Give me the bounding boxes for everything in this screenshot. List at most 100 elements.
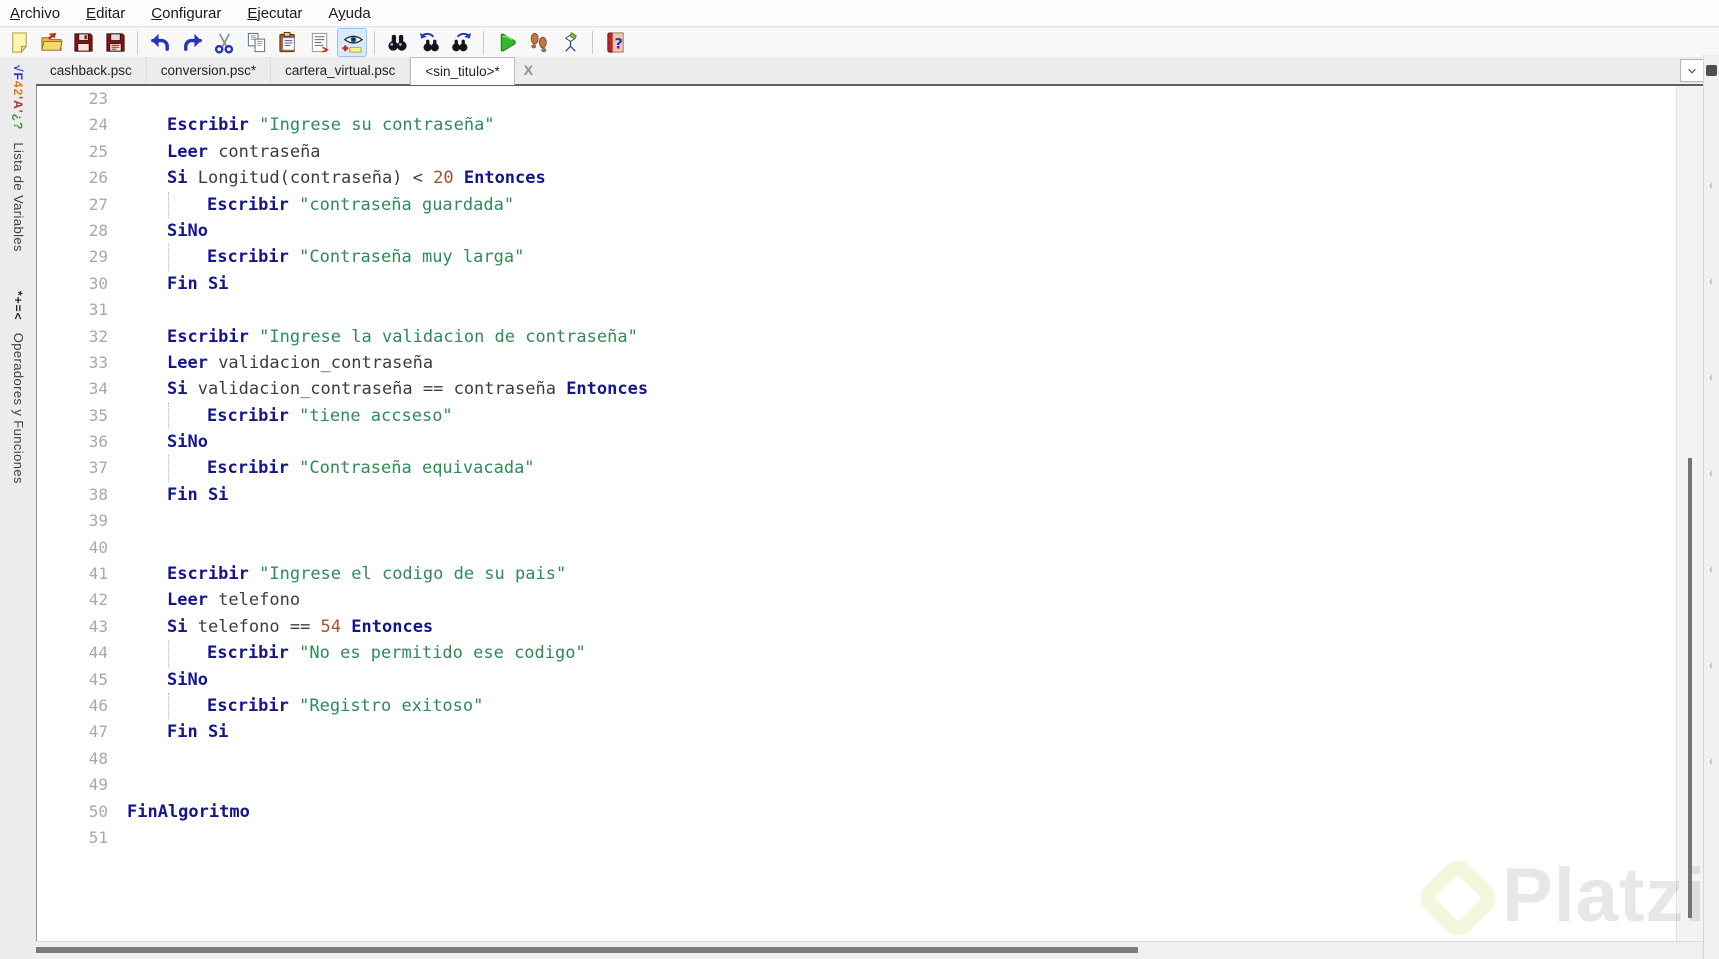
side-tab-operadores[interactable]: *+=< Operadores y Funciones <box>9 291 27 484</box>
line-number: 48 <box>88 748 108 768</box>
line-number: 33 <box>88 352 108 372</box>
vertical-scrollbar-thumb[interactable] <box>1688 458 1692 918</box>
line-number: 34 <box>88 379 108 399</box>
chevron-down-icon <box>1688 68 1696 74</box>
code-line: 40 <box>37 535 1676 561</box>
code-line: 36 SiNo <box>37 429 1676 455</box>
code-line: 47 Fin Si <box>37 719 1676 745</box>
toolbar-separator <box>137 31 138 54</box>
line-number: 46 <box>88 695 108 715</box>
tab-label: cashback.psc <box>50 63 132 78</box>
indent-guide <box>168 191 169 218</box>
code-line: 24 Escribir "Ingrese su contraseña" <box>37 112 1676 138</box>
line-number: 45 <box>88 669 108 689</box>
help-button[interactable]: ? <box>600 28 630 57</box>
code-line: 28 SiNo <box>37 218 1676 244</box>
menu-editar[interactable]: Editar <box>80 5 131 22</box>
horizontal-scrollbar[interactable] <box>36 941 1703 958</box>
menu-ayuda[interactable]: Ayuda <box>322 5 376 22</box>
find-button[interactable] <box>382 28 412 57</box>
save-button[interactable] <box>68 28 98 57</box>
line-number: 35 <box>88 405 108 425</box>
tab-label: <sin_titulo>* <box>425 64 500 79</box>
panel-grip-icon[interactable] <box>1706 65 1717 76</box>
line-number: 27 <box>88 194 108 214</box>
panel-collapse-handle[interactable]: ‹ <box>1705 658 1717 672</box>
undo-button[interactable] <box>145 28 175 57</box>
code-line: 45 SiNo <box>37 667 1676 693</box>
line-number: 36 <box>88 432 108 452</box>
tab-cashback-psc[interactable]: cashback.psc <box>36 57 147 84</box>
syntax-check-button[interactable] <box>337 28 367 57</box>
find-next-button[interactable] <box>446 28 476 57</box>
line-number: 44 <box>88 643 108 663</box>
panel-collapse-handle[interactable]: ‹ <box>1705 178 1717 192</box>
save-icon <box>72 31 95 54</box>
auto-indent-button[interactable] <box>305 28 335 57</box>
toolbar-separator <box>592 31 593 54</box>
copy-icon <box>245 31 268 54</box>
panel-collapse-handle[interactable]: ‹ <box>1705 274 1717 288</box>
panel-collapse-handle[interactable]: ‹ <box>1705 370 1717 384</box>
line-number: 43 <box>88 616 108 636</box>
panel-collapse-handle[interactable]: ‹ <box>1705 754 1717 768</box>
new-file-icon <box>8 31 31 54</box>
code-line: 27 Escribir "contraseña guardada" <box>37 191 1676 218</box>
tab-sin-titulo[interactable]: <sin_titulo>* <box>410 57 515 85</box>
code-line: 46 Escribir "Registro exitoso" <box>37 692 1676 720</box>
redo-button[interactable] <box>177 28 207 57</box>
cut-button[interactable] <box>209 28 239 57</box>
new-file-button[interactable] <box>4 28 34 57</box>
paste-icon <box>277 31 300 54</box>
line-number: 30 <box>88 273 108 293</box>
save-all-button[interactable] <box>100 28 130 57</box>
line-number: 51 <box>88 827 108 847</box>
draw-flowchart-icon <box>559 31 582 54</box>
line-number: 28 <box>88 220 108 240</box>
code-line: 25 Leer contraseña <box>37 139 1676 165</box>
tab-conversion-psc[interactable]: conversion.psc* <box>147 57 272 84</box>
tab-label: cartera_virtual.psc <box>285 63 396 78</box>
line-number: 49 <box>88 775 108 795</box>
redo-icon <box>181 31 204 54</box>
open-file-icon <box>40 31 63 54</box>
panel-collapse-handle[interactable]: ‹ <box>1705 562 1717 576</box>
line-number: 23 <box>88 89 108 108</box>
code-line: 49 <box>37 772 1676 798</box>
menu-ejecutar[interactable]: Ejecutar <box>241 5 308 22</box>
vertical-scrollbar[interactable] <box>1676 86 1703 941</box>
code-line: 32 Escribir "Ingrese la validacion de con… <box>37 324 1676 350</box>
code-line: 39 <box>37 508 1676 534</box>
paste-button[interactable] <box>273 28 303 57</box>
code-line: 41 Escribir "Ingrese el codigo de su pais… <box>37 561 1676 587</box>
run-button[interactable] <box>491 28 521 57</box>
code-line: 51 <box>37 825 1676 851</box>
tab-cartera-virtual-psc[interactable]: cartera_virtual.psc <box>271 57 411 84</box>
side-tab-label: Lista de Variables <box>11 142 26 252</box>
close-tab-button[interactable]: X <box>515 57 542 84</box>
line-number: 25 <box>88 141 108 161</box>
panel-collapse-handle[interactable]: ‹ <box>1705 466 1717 480</box>
undo-icon <box>149 31 172 54</box>
indent-guide <box>168 640 169 667</box>
help-icon: ? <box>604 31 627 54</box>
menu-archivo[interactable]: Archivo <box>4 5 66 22</box>
code-line: 29 Escribir "Contraseña muy larga" <box>37 244 1676 271</box>
draw-flowchart-button[interactable] <box>555 28 585 57</box>
code-line: 43 Si telefono == 54 Entonces <box>37 614 1676 640</box>
tab-list-dropdown-button[interactable] <box>1680 59 1704 82</box>
step-run-button[interactable] <box>523 28 553 57</box>
code-line: 30 Fin Si <box>37 271 1676 297</box>
copy-button[interactable] <box>241 28 271 57</box>
horizontal-scrollbar-thumb[interactable] <box>36 947 1138 953</box>
line-number: 39 <box>88 511 108 531</box>
line-number: 47 <box>88 722 108 742</box>
find-prev-button[interactable] <box>414 28 444 57</box>
svg-text:?: ? <box>614 36 622 52</box>
open-file-button[interactable] <box>36 28 66 57</box>
code-editor[interactable]: 23 24 Escribir "Ingrese su contraseña" 25 Le… <box>36 86 1676 941</box>
line-number: 41 <box>88 564 108 584</box>
menu-configurar[interactable]: Configurar <box>145 5 227 22</box>
line-number: 29 <box>88 247 108 267</box>
side-tab-variables[interactable]: √F42'A'¿? Lista de Variables <box>9 65 27 252</box>
